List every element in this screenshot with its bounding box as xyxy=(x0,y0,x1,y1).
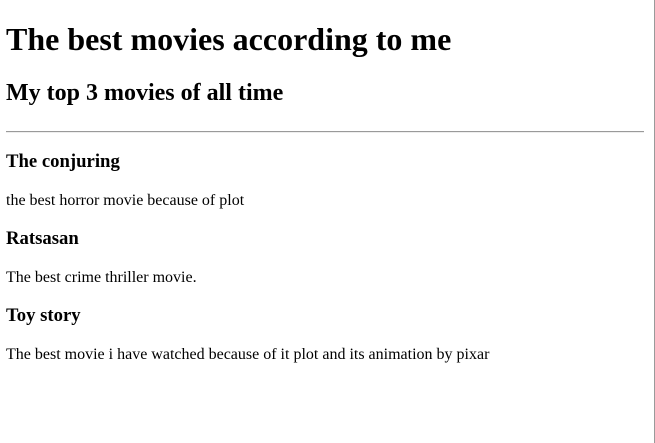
movie-title: Toy story xyxy=(6,305,81,327)
divider xyxy=(6,131,644,134)
movie-title: Ratsasan xyxy=(6,228,79,250)
page-subtitle: My top 3 movies of all time xyxy=(6,80,284,107)
page-title: The best movies according to me xyxy=(6,21,452,58)
page: The best movies according to me My top 3… xyxy=(6,0,647,364)
movie-description: The best movie i have watched because of… xyxy=(6,346,490,364)
movie-description: the best horror movie because of plot xyxy=(6,192,245,210)
movie-title: The conjuring xyxy=(6,151,120,173)
movie-description: The best crime thriller movie. xyxy=(6,269,197,287)
